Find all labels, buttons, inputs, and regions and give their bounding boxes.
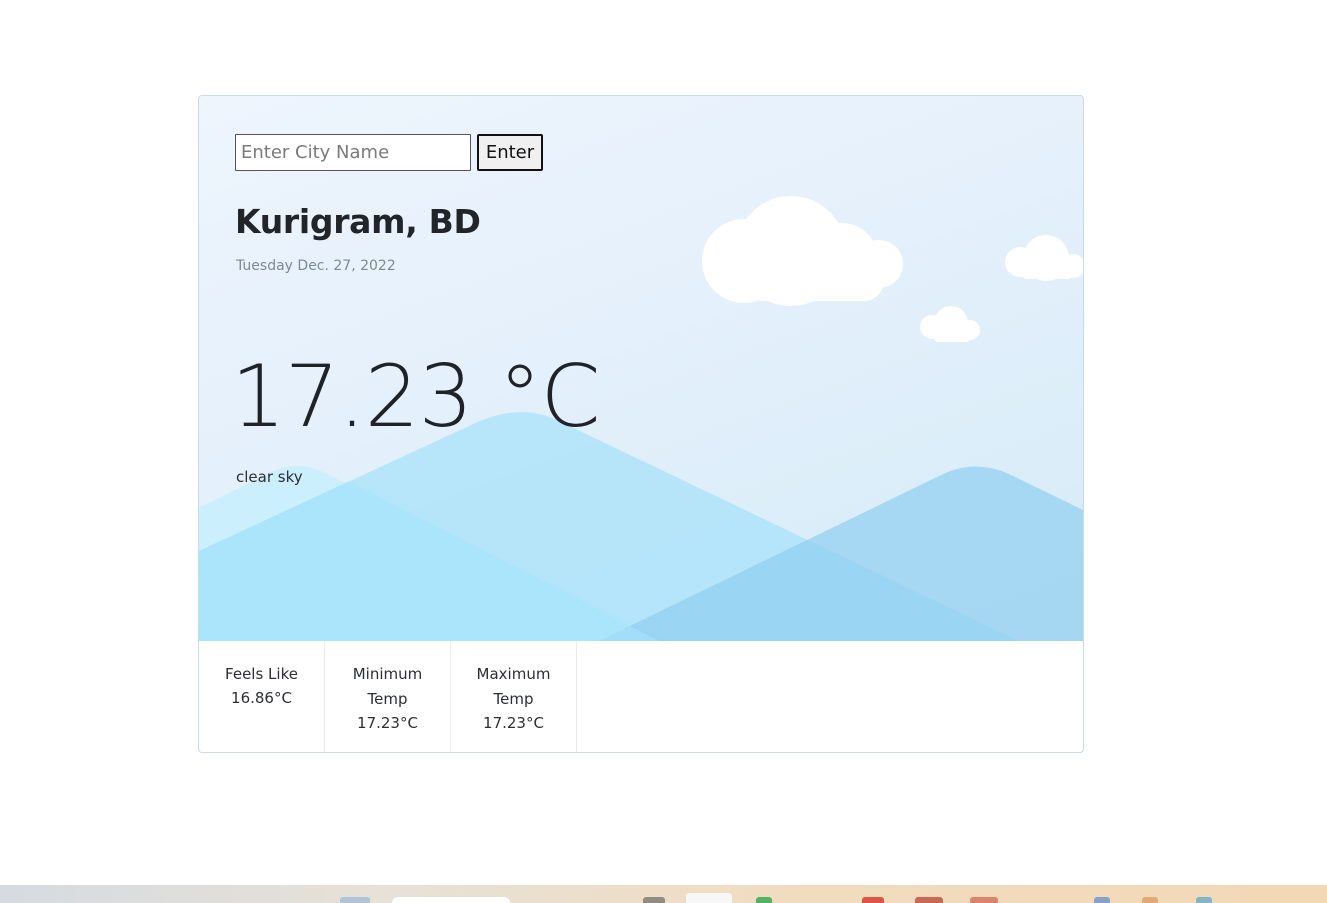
- weather-stats-row: Feels Like 16.86°C Minimum Temp 17.23°C …: [199, 641, 1083, 752]
- taskbar-app-icon[interactable]: [1142, 897, 1158, 903]
- cloud-small: [920, 306, 980, 342]
- stat-label: Feels Like: [225, 665, 298, 683]
- search-form: Enter: [235, 134, 543, 171]
- weather-card: Enter Kurigram, BD Tuesday Dec. 27, 2022…: [198, 95, 1084, 753]
- enter-button[interactable]: Enter: [477, 134, 543, 171]
- weather-hero: Enter Kurigram, BD Tuesday Dec. 27, 2022…: [199, 96, 1083, 641]
- taskbar-app-icon[interactable]: [756, 897, 772, 903]
- stat-value: 16.86°C: [231, 689, 292, 707]
- date-label: Tuesday Dec. 27, 2022: [236, 258, 396, 274]
- city-search-input[interactable]: [235, 134, 471, 171]
- taskbar-app-icon[interactable]: [1094, 897, 1110, 903]
- location-title: Kurigram, BD: [235, 202, 481, 241]
- stat-value: 17.23°C: [357, 714, 418, 732]
- stat-feels-like: Feels Like 16.86°C: [199, 641, 325, 752]
- taskbar-start-icon[interactable]: [340, 897, 370, 903]
- taskbar-app-icon[interactable]: [970, 897, 998, 903]
- stat-value: 17.23°C: [483, 714, 544, 732]
- taskbar-active-app-icon[interactable]: [686, 893, 732, 903]
- stat-minimum-temp: Minimum Temp 17.23°C: [325, 641, 451, 752]
- stat-label: Maximum Temp: [476, 665, 551, 708]
- cloud-right: [1005, 235, 1083, 281]
- taskbar-app-icon[interactable]: [862, 897, 884, 903]
- taskbar-app-icon[interactable]: [643, 897, 665, 903]
- cloud-large: [702, 196, 903, 306]
- taskbar-search-box[interactable]: [392, 897, 510, 903]
- os-taskbar: [0, 885, 1327, 903]
- taskbar-app-icon[interactable]: [1196, 897, 1212, 903]
- current-temperature: 17.23 °C: [231, 347, 601, 447]
- stat-label: Minimum Temp: [352, 665, 423, 708]
- weather-condition: clear sky: [236, 468, 303, 486]
- stat-maximum-temp: Maximum Temp 17.23°C: [451, 641, 577, 752]
- taskbar-app-icon[interactable]: [915, 897, 943, 903]
